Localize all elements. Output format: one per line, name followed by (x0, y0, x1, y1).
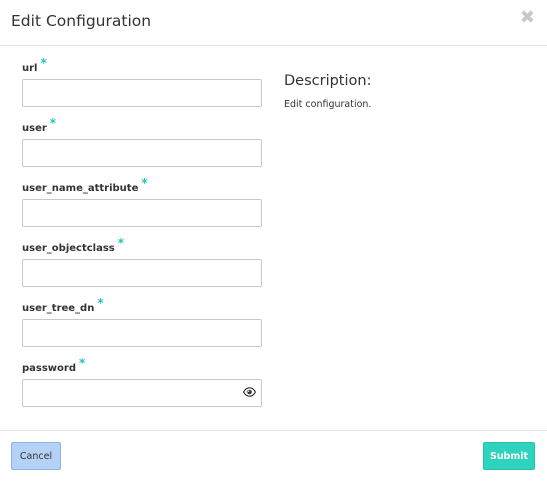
required-marker: * (79, 356, 86, 370)
dialog-footer (0, 430, 547, 481)
user-name-attribute-label-text: user_name_attribute (22, 183, 139, 194)
required-marker: * (97, 296, 104, 310)
user-objectclass-label-text: user_objectclass (22, 243, 115, 254)
password-input[interactable] (22, 379, 262, 407)
url-label: url * (22, 57, 47, 75)
user-input[interactable] (22, 139, 262, 167)
url-label-text: url (22, 63, 38, 74)
user-tree-dn-input[interactable] (22, 319, 262, 347)
required-marker: * (141, 176, 148, 190)
user-label: user * (22, 117, 56, 135)
edit-configuration-dialog: Edit Configuration ✖ url * user * user_nam… (0, 0, 547, 481)
description-title: Description: (284, 73, 372, 89)
user-tree-dn-label-text: user_tree_dn (22, 303, 95, 314)
user-label-text: user (22, 123, 47, 134)
user-name-attribute-input[interactable] (22, 199, 262, 227)
description-text: Edit configuration. (284, 99, 372, 110)
submit-button[interactable]: Submit (483, 442, 535, 470)
dialog-title: Edit Configuration (11, 12, 152, 30)
url-input[interactable] (22, 79, 262, 107)
required-marker: * (40, 56, 47, 70)
cancel-button[interactable]: Cancel (11, 442, 61, 470)
user-name-attribute-label: user_name_attribute * (22, 177, 148, 195)
password-label-text: password (22, 363, 77, 374)
eye-icon[interactable] (243, 387, 256, 397)
close-icon[interactable]: ✖ (520, 9, 535, 27)
user-objectclass-label: user_objectclass * (22, 237, 124, 255)
password-label: password * (22, 357, 85, 375)
required-marker: * (49, 116, 57, 130)
dialog-header: Edit Configuration ✖ (0, 0, 547, 46)
user-objectclass-input[interactable] (22, 259, 262, 287)
user-tree-dn-label: user_tree_dn * (22, 297, 104, 315)
required-marker: * (117, 236, 125, 250)
